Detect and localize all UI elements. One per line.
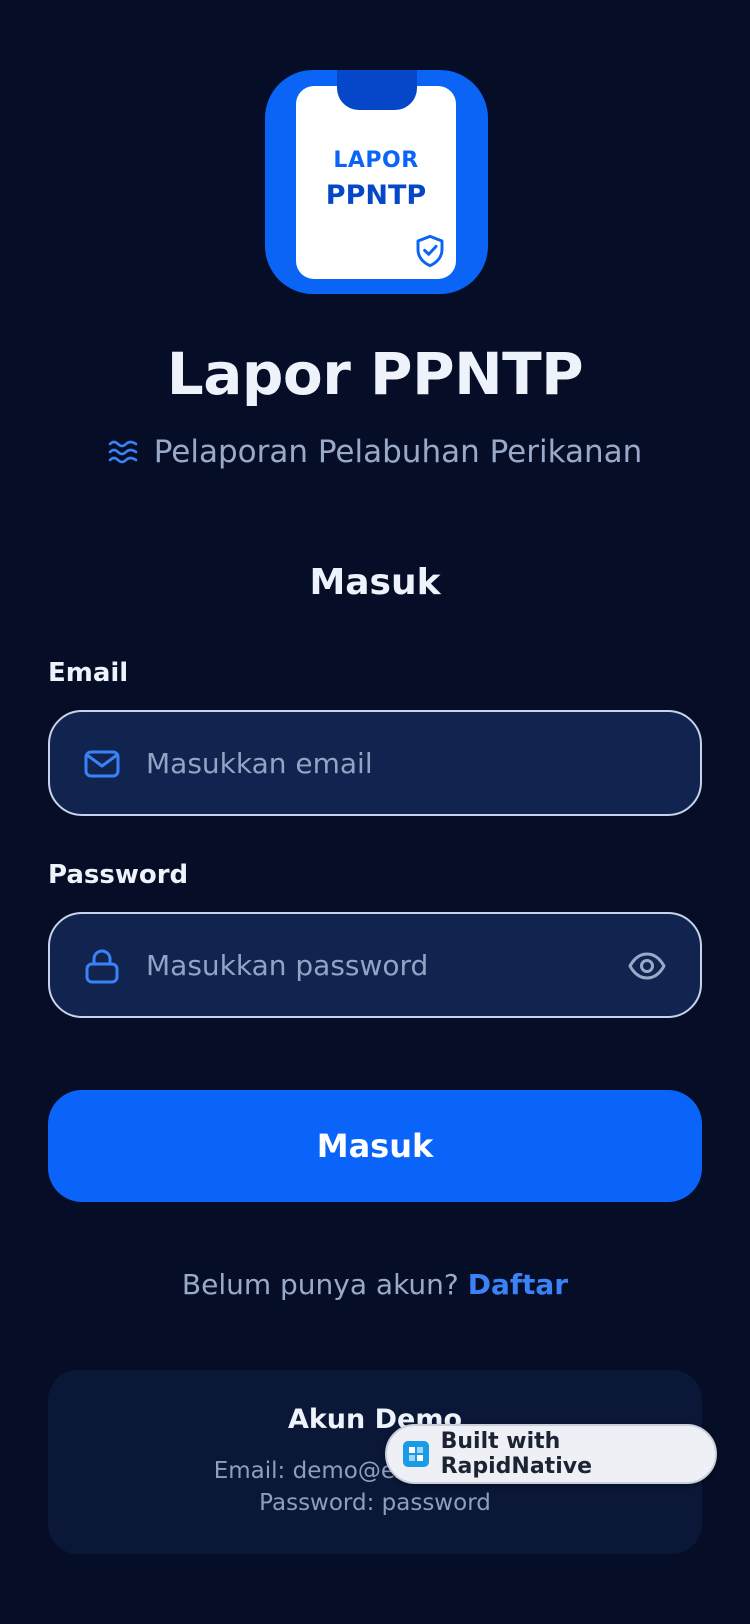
waves-icon xyxy=(108,440,137,464)
shield-check-icon xyxy=(416,234,444,268)
form-heading: Masuk xyxy=(309,562,441,603)
logo-clipboard-clip xyxy=(337,70,417,110)
rapidnative-mark-icon xyxy=(408,1447,423,1461)
email-input[interactable] xyxy=(146,712,606,814)
login-screen: LAPOR PPNTP Lapor PPNTP Pelaporan Pelabu… xyxy=(0,0,750,1624)
app-title: Lapor PPNTP xyxy=(166,340,584,408)
email-field-container[interactable] xyxy=(48,710,702,816)
password-field-container[interactable] xyxy=(48,912,702,1018)
email-label: Email xyxy=(48,658,129,688)
login-button[interactable]: Masuk xyxy=(48,1090,702,1202)
lock-icon xyxy=(85,949,119,984)
logo-text-line1: LAPOR xyxy=(333,148,419,173)
eye-icon[interactable] xyxy=(628,947,666,985)
app-subtitle-text: Pelaporan Pelabuhan Perikanan xyxy=(153,434,643,470)
app-logo: LAPOR PPNTP xyxy=(265,70,488,294)
password-input[interactable] xyxy=(146,914,586,1016)
built-with-badge[interactable]: Built with RapidNative xyxy=(385,1424,717,1484)
register-prompt-text: Belum punya akun? xyxy=(181,1268,459,1301)
logo-text-line2: PPNTP xyxy=(325,180,427,211)
rapidnative-logo-icon xyxy=(403,1441,429,1467)
register-link[interactable]: Daftar xyxy=(468,1268,568,1301)
badge-label: Built with RapidNative xyxy=(440,1429,592,1479)
register-prompt: Belum punya akun? Daftar xyxy=(0,1268,750,1301)
mail-icon xyxy=(84,750,120,778)
password-label: Password xyxy=(48,860,189,890)
demo-password: Password: password xyxy=(259,1490,491,1516)
app-subtitle: Pelaporan Pelabuhan Perikanan xyxy=(0,434,750,470)
